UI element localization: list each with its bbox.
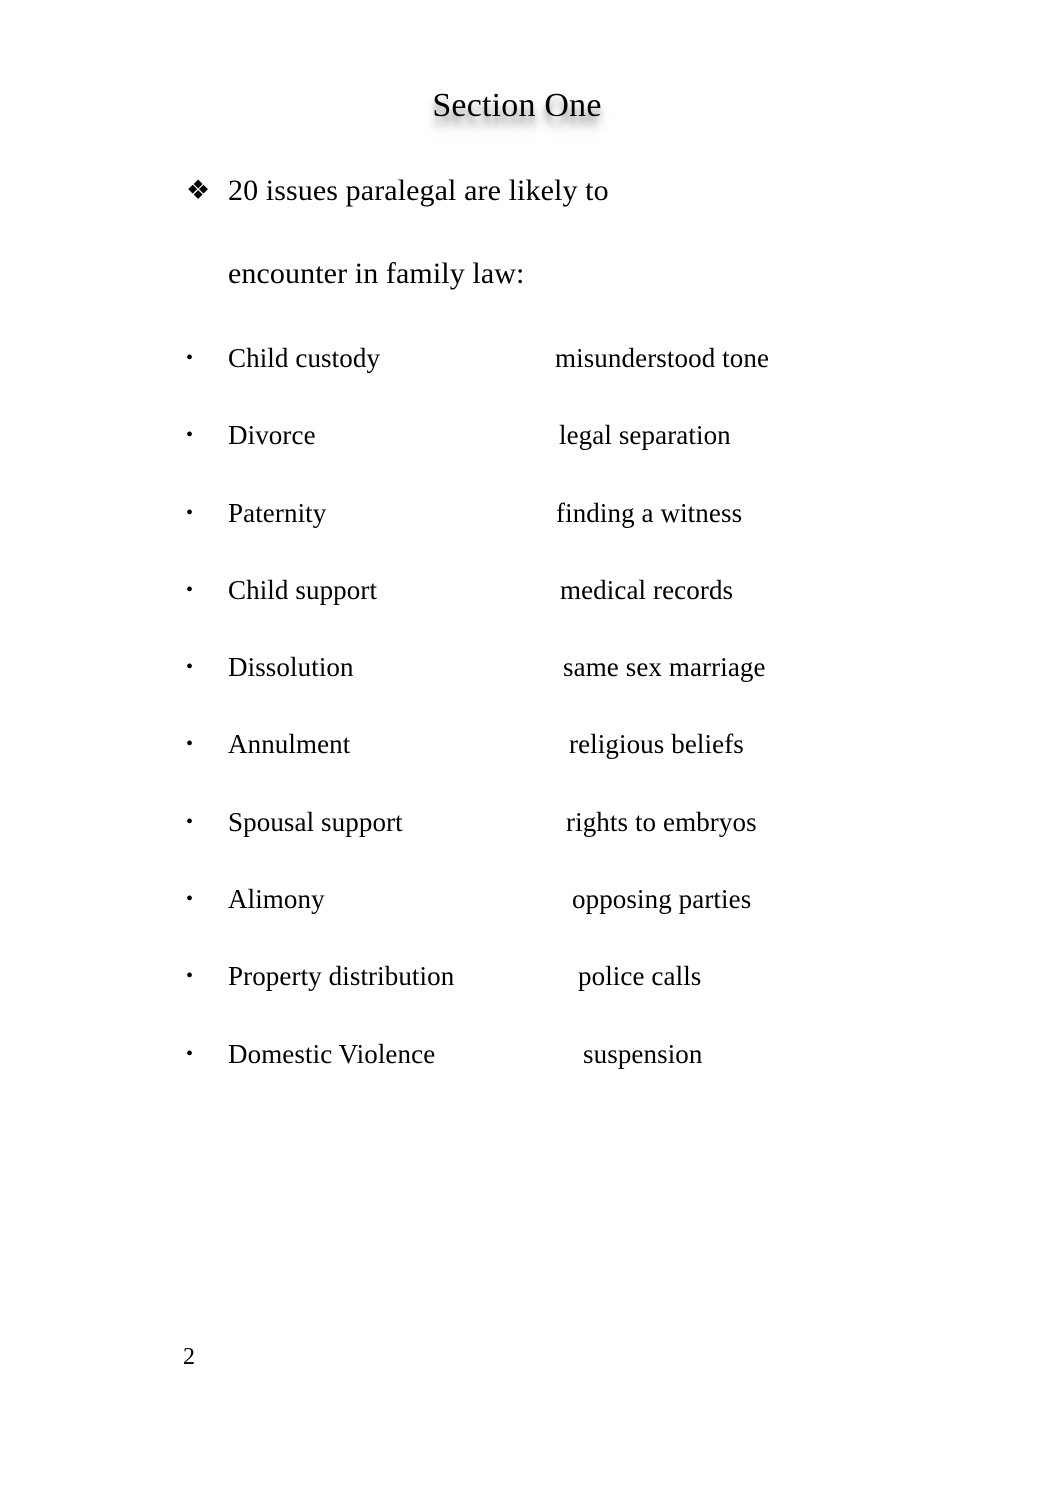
round-bullet-icon: • [186,424,194,447]
concern-label: suspension [583,1038,703,1069]
concern-label: rights to embryos [566,806,757,837]
page-title-container: Section One [0,84,1034,128]
issue-label: Child support [228,574,378,605]
diamond-bullet-icon: ❖ [186,175,211,205]
round-bullet-icon: • [186,578,194,601]
list-item: • Annulment religious beliefs [186,726,1016,803]
round-bullet-icon: • [186,656,194,679]
issues-list: • Child custody misunderstood tone • Divorce… [186,340,1016,1113]
page-number: 2 [183,1344,195,1370]
intro-text-line-1: 20 issues paralegal are likely to [228,174,609,207]
concern-label: legal separation [559,420,731,451]
round-bullet-icon: • [186,810,194,833]
issue-label: Domestic Violence [228,1038,436,1069]
list-item: • Divorce legal separation [186,417,1016,494]
issue-label: Alimony [228,884,325,915]
concern-label: finding a witness [556,497,743,528]
concern-label: police calls [578,961,702,992]
round-bullet-icon: • [186,501,194,524]
round-bullet-icon: • [186,888,194,911]
issue-label: Spousal support [228,806,403,837]
issue-label: Property distribution [228,961,455,992]
page-title: Section One [432,87,602,124]
issue-label: Dissolution [228,652,354,683]
round-bullet-icon: • [186,733,194,756]
intro-bullet-row: ❖ 20 issues paralegal are likely to [186,166,906,215]
list-item: • Child custody misunderstood tone [186,340,1016,417]
concern-label: medical records [560,574,734,605]
list-item: • Dissolution same sex marriage [186,649,1016,726]
issue-label: Child custody [228,343,381,373]
list-item: • Paternity finding a witness [186,495,1016,572]
issue-label: Paternity [228,497,327,528]
list-item: • Child support medical records [186,572,1016,649]
issue-label: Annulment [228,729,351,760]
list-item: • Domestic Violence suspension [186,1036,1016,1113]
intro-text-line-2: encounter in family law: [228,257,525,290]
document-page: Section One ❖ 20 issues paralegal are li… [0,0,1062,1505]
issue-label: Divorce [228,420,316,451]
concern-label: misunderstood tone [555,343,770,373]
intro-bullet-block: ❖ 20 issues paralegal are likely to enco… [186,166,906,298]
list-item: • Property distribution police calls [186,958,1016,1035]
concern-label: same sex marriage [563,652,766,683]
list-item: • Alimony opposing parties [186,881,1016,958]
round-bullet-icon: • [186,965,194,988]
concern-label: religious beliefs [569,729,744,760]
concern-label: opposing parties [572,884,752,915]
round-bullet-icon: • [186,347,194,369]
round-bullet-icon: • [186,1042,194,1065]
list-item: • Spousal support rights to embryos [186,804,1016,881]
